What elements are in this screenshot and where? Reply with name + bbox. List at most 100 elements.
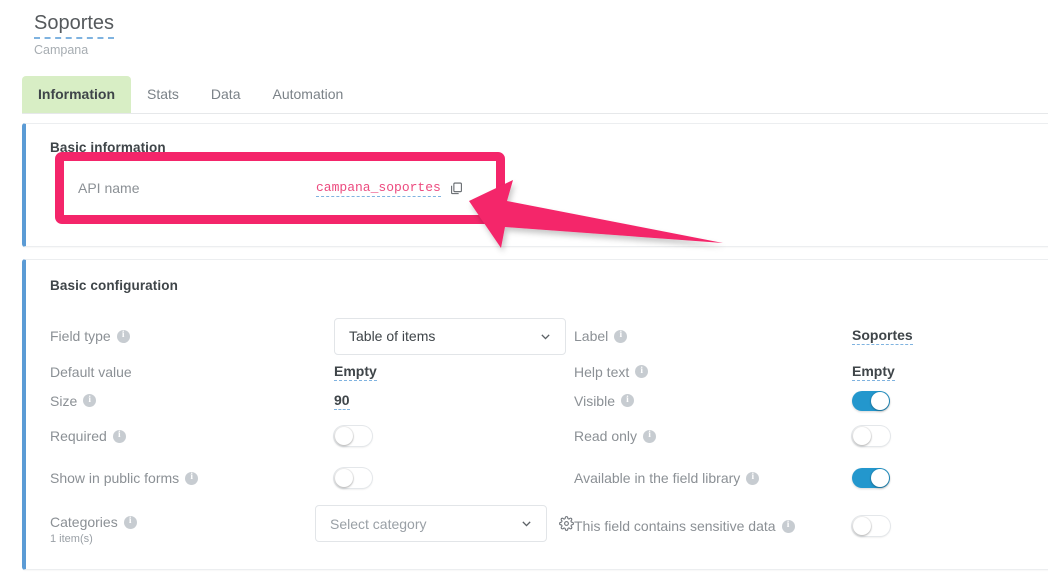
help-text-label: Help text: [574, 364, 629, 380]
info-icon[interactable]: i: [635, 365, 648, 378]
copy-icon[interactable]: [449, 181, 464, 196]
show-in-public-forms-label-group: Show in public forms i: [50, 470, 334, 486]
sensitive-data-label: This field contains sensitive data: [574, 518, 776, 534]
help-text-row: Help text i Empty: [574, 357, 1034, 386]
info-icon[interactable]: i: [124, 516, 137, 529]
read-only-value: [852, 426, 890, 446]
field-type-label: Field type: [50, 328, 111, 344]
sensitive-data-toggle[interactable]: [852, 516, 890, 536]
configuration-right-column: Label i Soportes Help text i Empty: [574, 315, 1034, 547]
tab-bar: Information Stats Data Automation: [22, 76, 1048, 114]
tab-information[interactable]: Information: [22, 76, 131, 113]
categories-select-placeholder: Select category: [330, 516, 427, 532]
info-icon[interactable]: i: [117, 330, 130, 343]
categories-row: Categories i 1 item(s) Select category: [50, 505, 574, 547]
default-value-text[interactable]: Empty: [334, 363, 377, 381]
api-name-value[interactable]: campana_soportes: [316, 180, 441, 197]
default-value-label: Default value: [50, 364, 132, 380]
basic-configuration-heading: Basic configuration: [50, 278, 1048, 293]
size-text[interactable]: 90: [334, 392, 350, 410]
configuration-grid: Field type i Table of items Default valu…: [50, 315, 1048, 547]
toggle-knob: [871, 392, 889, 410]
size-label-group: Size i: [50, 393, 334, 409]
label-row: Label i Soportes: [574, 315, 1034, 357]
chevron-down-icon: [520, 517, 533, 530]
show-in-public-forms-row: Show in public forms i: [50, 457, 574, 499]
tab-stats[interactable]: Stats: [131, 76, 195, 113]
label-label-group: Label i: [574, 328, 852, 344]
tab-automation[interactable]: Automation: [256, 76, 359, 113]
categories-select[interactable]: Select category: [315, 505, 547, 542]
visible-toggle[interactable]: [852, 391, 890, 411]
toggle-knob: [853, 517, 871, 535]
read-only-toggle[interactable]: [852, 426, 890, 446]
label-label: Label: [574, 328, 608, 344]
categories-label-group: Categories i 1 item(s): [50, 505, 315, 545]
sensitive-data-row: This field contains sensitive data i: [574, 505, 1034, 547]
basic-information-heading: Basic information: [50, 140, 1048, 155]
gear-icon[interactable]: [559, 516, 574, 531]
field-type-label-group: Field type i: [50, 328, 334, 344]
field-type-select[interactable]: Table of items: [334, 318, 566, 355]
read-only-row: Read only i: [574, 415, 1034, 457]
available-in-field-library-toggle[interactable]: [852, 468, 890, 488]
app-page: Soportes Campana Information Stats Data …: [0, 0, 1048, 575]
required-toggle[interactable]: [334, 426, 372, 446]
configuration-left-column: Field type i Table of items Default valu…: [50, 315, 574, 547]
read-only-label: Read only: [574, 428, 637, 444]
help-text-label-group: Help text i: [574, 364, 852, 380]
toggle-knob: [871, 469, 889, 487]
categories-label: Categories: [50, 514, 118, 530]
show-in-public-forms-value: [334, 468, 372, 488]
required-label-group: Required i: [50, 428, 334, 444]
help-text-text[interactable]: Empty: [852, 363, 895, 381]
info-icon[interactable]: i: [113, 430, 126, 443]
field-type-select-value: Table of items: [349, 328, 435, 344]
info-icon[interactable]: i: [746, 472, 759, 485]
info-icon[interactable]: i: [643, 430, 656, 443]
toggle-knob: [335, 427, 353, 445]
info-icon[interactable]: i: [614, 330, 627, 343]
info-icon[interactable]: i: [621, 394, 634, 407]
toggle-knob: [853, 427, 871, 445]
sensitive-data-value: [852, 516, 890, 536]
toggle-knob: [335, 469, 353, 487]
info-icon[interactable]: i: [185, 472, 198, 485]
categories-label-line: Categories i: [50, 514, 137, 530]
field-type-value: Table of items: [334, 318, 566, 355]
read-only-label-group: Read only i: [574, 428, 852, 444]
available-in-field-library-row: Available in the field library i: [574, 457, 1034, 499]
available-in-field-library-label: Available in the field library: [574, 470, 740, 486]
required-value: [334, 426, 372, 446]
api-name-row: API name campana_soportes: [50, 177, 1048, 199]
sensitive-data-label-group: This field contains sensitive data i: [574, 518, 852, 534]
available-in-field-library-label-group: Available in the field library i: [574, 470, 852, 486]
required-label: Required: [50, 428, 107, 444]
chevron-down-icon: [539, 330, 552, 343]
visible-value: [852, 391, 890, 411]
required-row: Required i: [50, 415, 574, 457]
default-value-row: Default value Empty: [50, 357, 574, 386]
field-type-row: Field type i Table of items: [50, 315, 574, 357]
available-in-field-library-value: [852, 468, 890, 488]
tab-data[interactable]: Data: [195, 76, 257, 113]
page-title[interactable]: Soportes: [34, 10, 114, 39]
visible-label-group: Visible i: [574, 393, 852, 409]
show-in-public-forms-toggle[interactable]: [334, 468, 372, 488]
label-text[interactable]: Soportes: [852, 327, 913, 345]
visible-label: Visible: [574, 393, 615, 409]
default-value-label-group: Default value: [50, 364, 334, 380]
basic-configuration-card: Basic configuration Field type i Table o…: [22, 259, 1048, 570]
size-value: 90: [334, 392, 350, 410]
info-icon[interactable]: i: [83, 394, 96, 407]
size-label: Size: [50, 393, 77, 409]
page-header: Soportes Campana: [0, 0, 1048, 58]
label-value: Soportes: [852, 327, 913, 345]
show-in-public-forms-label: Show in public forms: [50, 470, 179, 486]
info-icon[interactable]: i: [782, 520, 795, 533]
categories-item-count: 1 item(s): [50, 533, 93, 545]
basic-information-card: Basic information API name campana_sopor…: [22, 123, 1048, 247]
default-value-value: Empty: [334, 363, 377, 381]
categories-value: Select category: [315, 505, 574, 542]
page-subtitle: Campana: [34, 43, 1048, 58]
